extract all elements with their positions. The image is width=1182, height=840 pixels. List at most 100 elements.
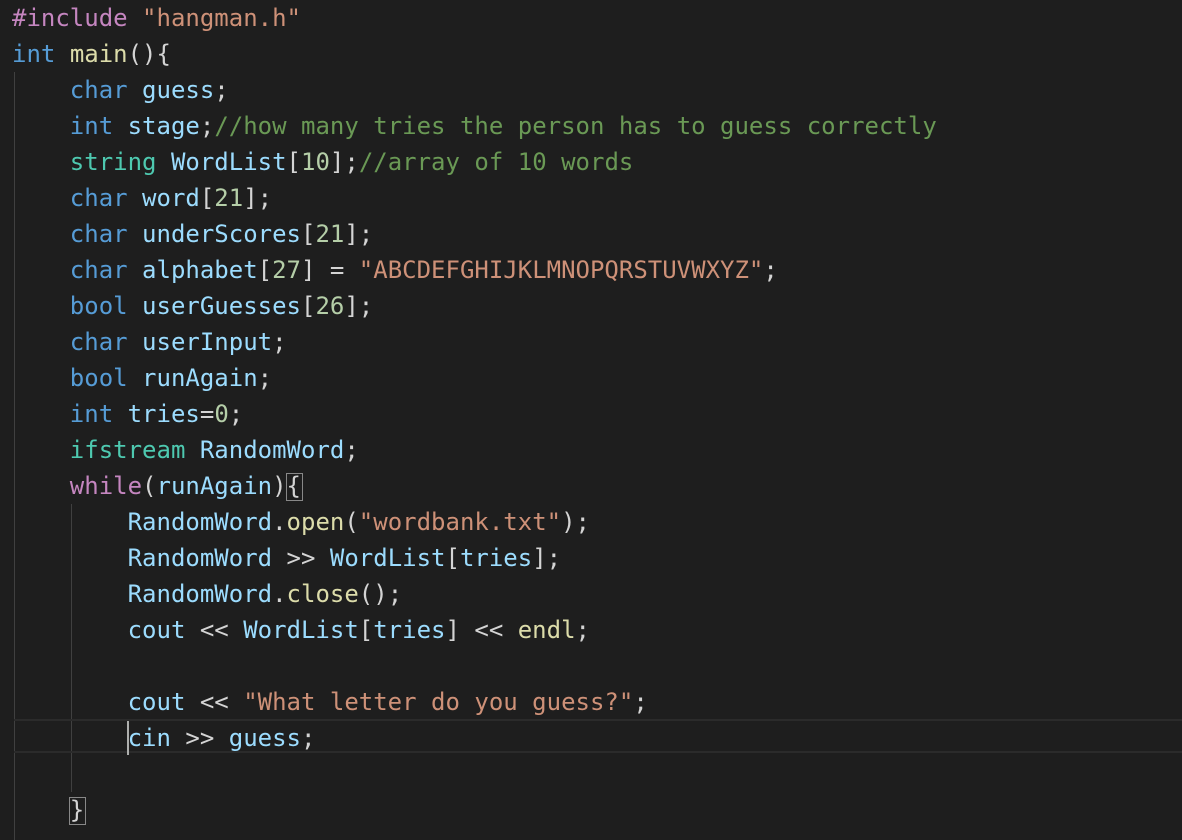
code-token: (); <box>358 580 403 608</box>
code-line[interactable]: char underScores[21]; <box>12 216 373 252</box>
code-line[interactable]: cout << "What letter do you guess?"; <box>12 684 648 720</box>
code-token: WordList <box>243 616 359 644</box>
code-token: RandomWord <box>199 436 345 464</box>
code-token: ; <box>301 724 316 752</box>
code-token: ){ <box>272 472 301 500</box>
code-token: char <box>69 184 128 212</box>
code-token: 0 <box>214 400 229 428</box>
code-token: userGuesses <box>142 292 301 320</box>
code-token: ; <box>257 364 273 392</box>
code-token: bool <box>69 364 128 392</box>
code-token: RandomWord <box>127 508 273 536</box>
code-token: cin <box>127 724 171 752</box>
code-token: 26 <box>315 292 345 320</box>
code-line[interactable]: char guess; <box>12 72 229 108</box>
text-cursor <box>127 721 129 755</box>
code-line[interactable]: char alphabet[27] = "ABCDEFGHIJKLMNOPQRS… <box>12 252 778 288</box>
code-line[interactable]: int stage;//how many tries the person ha… <box>12 108 937 144</box>
code-line[interactable]: #include "hangman.h" <box>12 0 301 36</box>
code-token: //how many tries the person has to guess… <box>214 112 937 140</box>
code-token: int <box>69 400 114 428</box>
code-line[interactable]: cin >> guess; <box>12 720 316 756</box>
code-token: >> <box>272 544 330 572</box>
code-line[interactable]: string WordList[10];//array of 10 words <box>12 144 634 180</box>
code-token: guess <box>228 724 301 752</box>
code-token: ; <box>575 616 590 644</box>
code-token: << <box>185 616 244 644</box>
code-token: [ <box>301 220 316 248</box>
code-line[interactable]: ifstream RandomWord; <box>12 432 359 468</box>
code-token: 27 <box>272 256 301 284</box>
code-token: runAgain <box>156 472 273 500</box>
code-line[interactable]: int main(){ <box>12 36 171 72</box>
code-token: #include <box>12 4 128 32</box>
code-line[interactable]: cout << WordList[tries] << endl; <box>12 612 590 648</box>
code-line[interactable]: RandomWord.open("wordbank.txt"); <box>12 504 590 540</box>
code-editor[interactable]: #include "hangman.h" int main(){ char gue… <box>0 0 1182 840</box>
code-token: tries <box>459 544 533 572</box>
code-token: guess <box>142 76 215 104</box>
code-token: = <box>199 400 215 428</box>
code-token: ; <box>344 436 359 464</box>
code-token: runAgain <box>142 364 258 392</box>
code-token: >> <box>170 724 229 752</box>
code-token: ( <box>344 508 359 536</box>
code-line[interactable]: RandomWord.close(); <box>12 576 403 612</box>
code-token: char <box>69 220 128 248</box>
code-token: } <box>69 796 85 824</box>
code-token: ; <box>272 328 287 356</box>
code-line[interactable]: int tries=0; <box>12 396 243 432</box>
code-token: 10 <box>301 148 330 176</box>
code-token: int <box>69 112 114 140</box>
code-token: endl <box>517 616 576 644</box>
code-token: ]; <box>243 184 273 212</box>
code-token: [ <box>358 616 374 644</box>
code-token: ; <box>228 400 244 428</box>
code-token: bool <box>69 292 128 320</box>
code-token: [ <box>257 256 273 284</box>
code-token: WordList <box>329 544 446 572</box>
code-line[interactable]: } <box>12 792 84 828</box>
code-token: cout <box>127 688 186 716</box>
code-line[interactable]: RandomWord >> WordList[tries]; <box>12 540 562 576</box>
code-line[interactable]: bool runAgain; <box>12 360 272 396</box>
code-line[interactable]: char word[21]; <box>12 180 272 216</box>
code-token: close <box>286 580 359 608</box>
code-token: "hangman.h" <box>142 4 301 32</box>
code-line[interactable]: while(runAgain){ <box>12 468 301 504</box>
code-token: "wordbank.txt" <box>358 508 562 536</box>
code-token: << <box>185 688 244 716</box>
code-line[interactable]: bool userGuesses[26]; <box>12 288 373 324</box>
code-line[interactable]: char userInput; <box>12 324 287 360</box>
code-token: 21 <box>315 220 345 248</box>
code-token: ( <box>142 472 157 500</box>
code-token: RandomWord <box>127 544 273 572</box>
code-token: char <box>69 256 128 284</box>
code-token: . <box>272 580 287 608</box>
code-token: "What letter do you guess?" <box>243 688 634 716</box>
code-token: ); <box>561 508 590 536</box>
code-token: string <box>69 148 157 176</box>
code-token: ]; <box>532 544 562 572</box>
code-token: ]; <box>329 148 359 176</box>
